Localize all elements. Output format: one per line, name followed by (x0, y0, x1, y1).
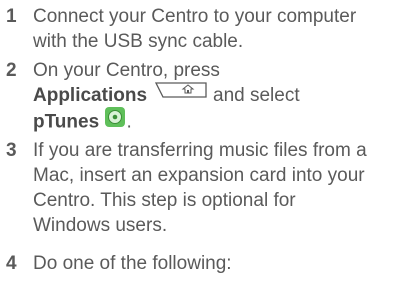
ptunes-label: pTunes (33, 111, 100, 133)
step-line: Mac, insert an expansion card into your (33, 165, 365, 186)
step-number: 3 (6, 140, 17, 161)
step-line: Applications and select (33, 81, 300, 108)
step-number: 2 (6, 60, 17, 81)
step-text: If you are transferring music files from… (33, 138, 367, 238)
step-line: Connect your Centro to your computer (33, 6, 357, 27)
after-key-text: and select (213, 85, 300, 106)
step-line: Do one of the following: (33, 253, 232, 274)
home-icon (154, 81, 207, 106)
step-line: If you are transferring music files from… (33, 140, 367, 161)
step-text: On your Centro, press Applications and s… (33, 58, 300, 133)
after-app-text: . (126, 111, 132, 133)
step-line: Centro. This step is optional for (33, 190, 296, 211)
step-line: pTunes . (33, 106, 300, 135)
step-text: Connect your Centro to your computer wit… (33, 4, 356, 54)
applications-key-label: Applications (33, 85, 148, 106)
step-number: 1 (6, 6, 17, 27)
step-line: with the USB sync cable. (33, 31, 244, 52)
step-line: Windows users. (33, 215, 168, 236)
step-line: On your Centro, press (33, 60, 220, 81)
step-number: 4 (6, 253, 17, 274)
instruction-document: 1 Connect your Centro to your computer w… (0, 0, 412, 285)
ptunes-icon (104, 106, 126, 135)
step-text: Do one of the following: (33, 251, 232, 276)
